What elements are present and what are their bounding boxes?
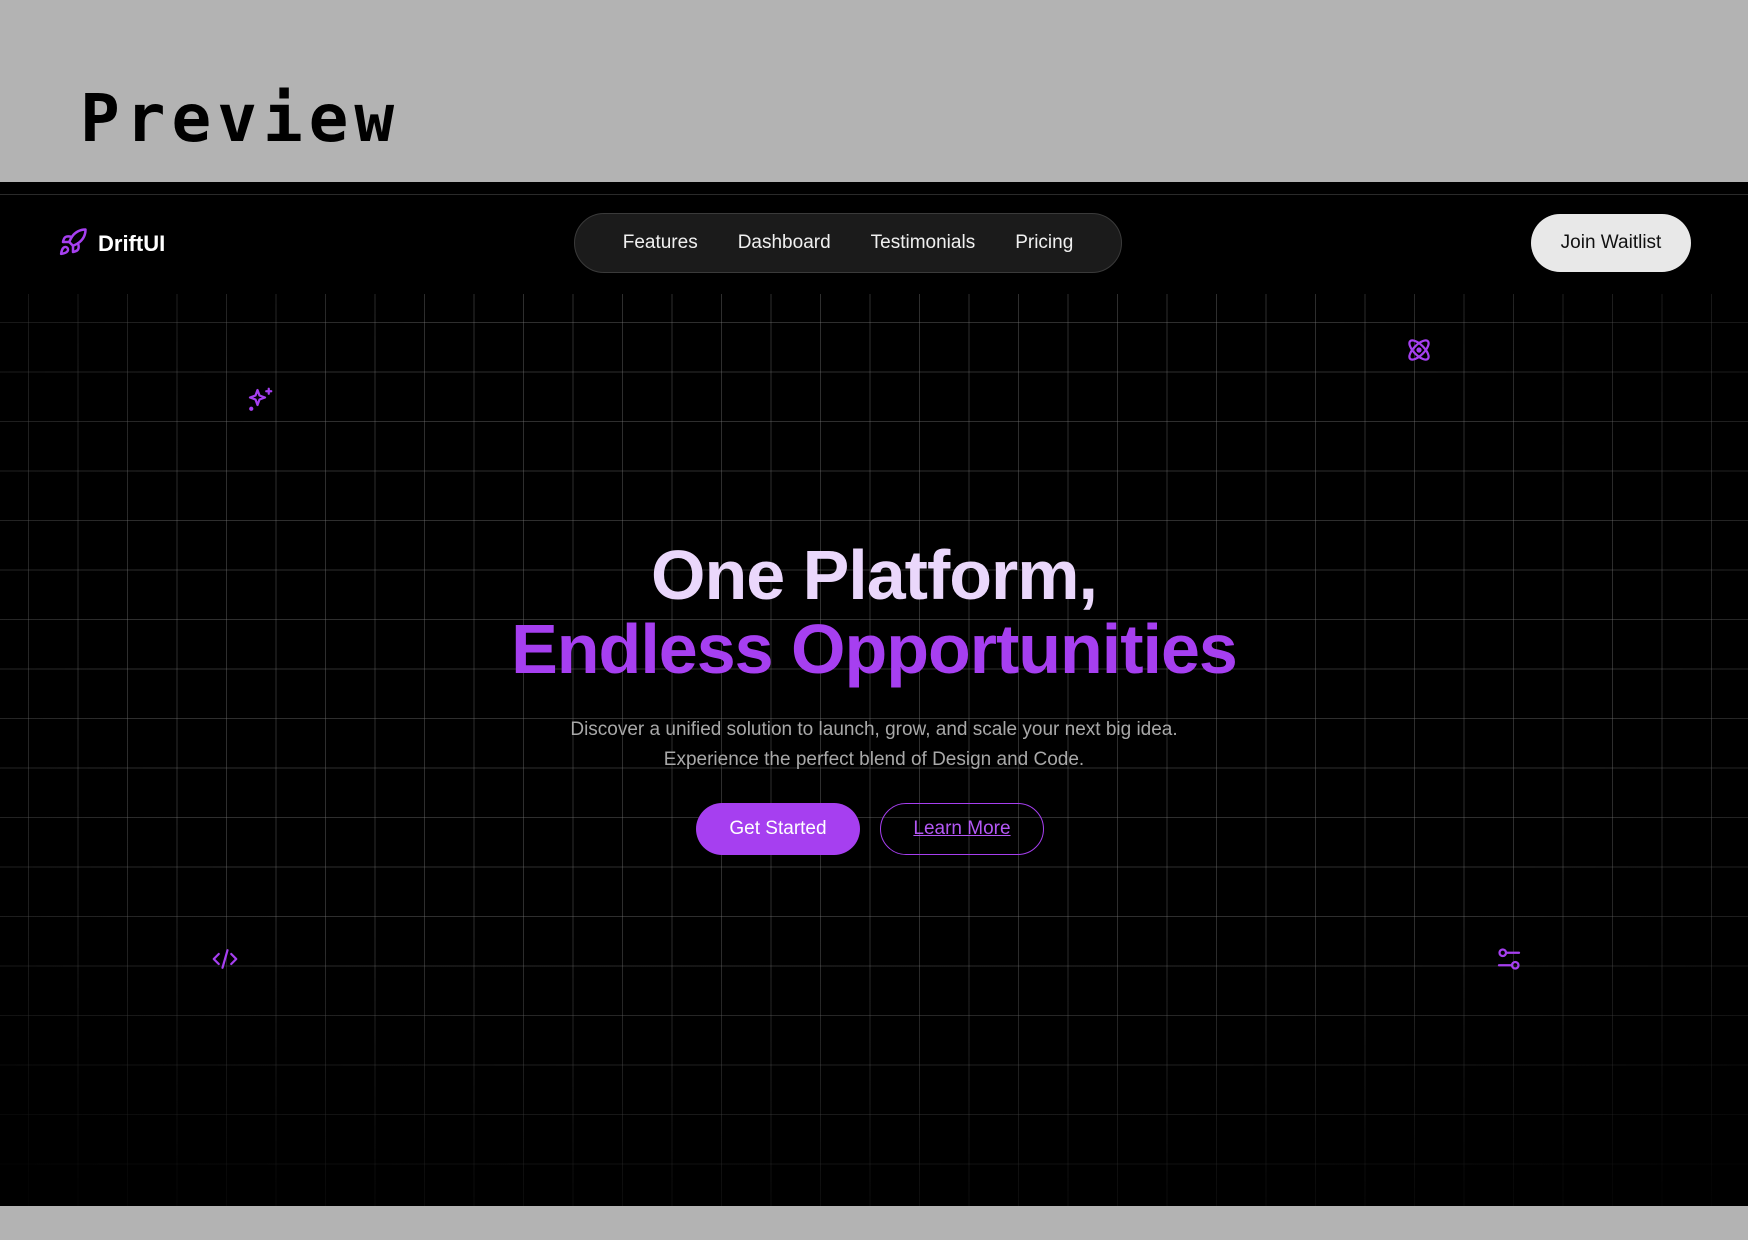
- hero-heading-line2: Endless Opportunities: [511, 610, 1238, 688]
- nav-link-dashboard[interactable]: Dashboard: [738, 232, 831, 254]
- join-waitlist-button[interactable]: Join Waitlist: [1531, 214, 1691, 272]
- frame-divider: [0, 194, 1748, 195]
- atom-icon: [1404, 335, 1434, 365]
- rocket-icon: [58, 227, 88, 262]
- nav-link-pricing[interactable]: Pricing: [1015, 232, 1073, 254]
- hero-subtitle-line2: Experience the perfect blend of Design a…: [663, 749, 1085, 770]
- hero-heading-line1: One Platform,: [651, 536, 1098, 614]
- nav-link-features[interactable]: Features: [623, 232, 698, 254]
- preview-banner: Preview: [0, 0, 1748, 182]
- hero-actions: Get Started Learn More: [696, 803, 1044, 855]
- brand-logo[interactable]: DriftUI: [58, 227, 166, 262]
- hero-subtitle-line1: Discover a unified solution to launch, g…: [570, 719, 1178, 740]
- preview-title: Preview: [80, 80, 401, 157]
- hero-subtitle: Discover a unified solution to launch, g…: [0, 715, 1748, 775]
- learn-more-button[interactable]: Learn More: [880, 803, 1044, 855]
- code-icon: [210, 944, 240, 974]
- brand-name: DriftUI: [98, 231, 166, 256]
- site-frame: DriftUI Features Dashboard Testimonials …: [0, 182, 1748, 1206]
- main-nav: Features Dashboard Testimonials Pricing: [574, 213, 1122, 273]
- sliders-icon: [1494, 944, 1524, 974]
- get-started-button[interactable]: Get Started: [696, 803, 860, 855]
- sparkles-icon: [245, 385, 275, 415]
- nav-link-testimonials[interactable]: Testimonials: [871, 232, 976, 254]
